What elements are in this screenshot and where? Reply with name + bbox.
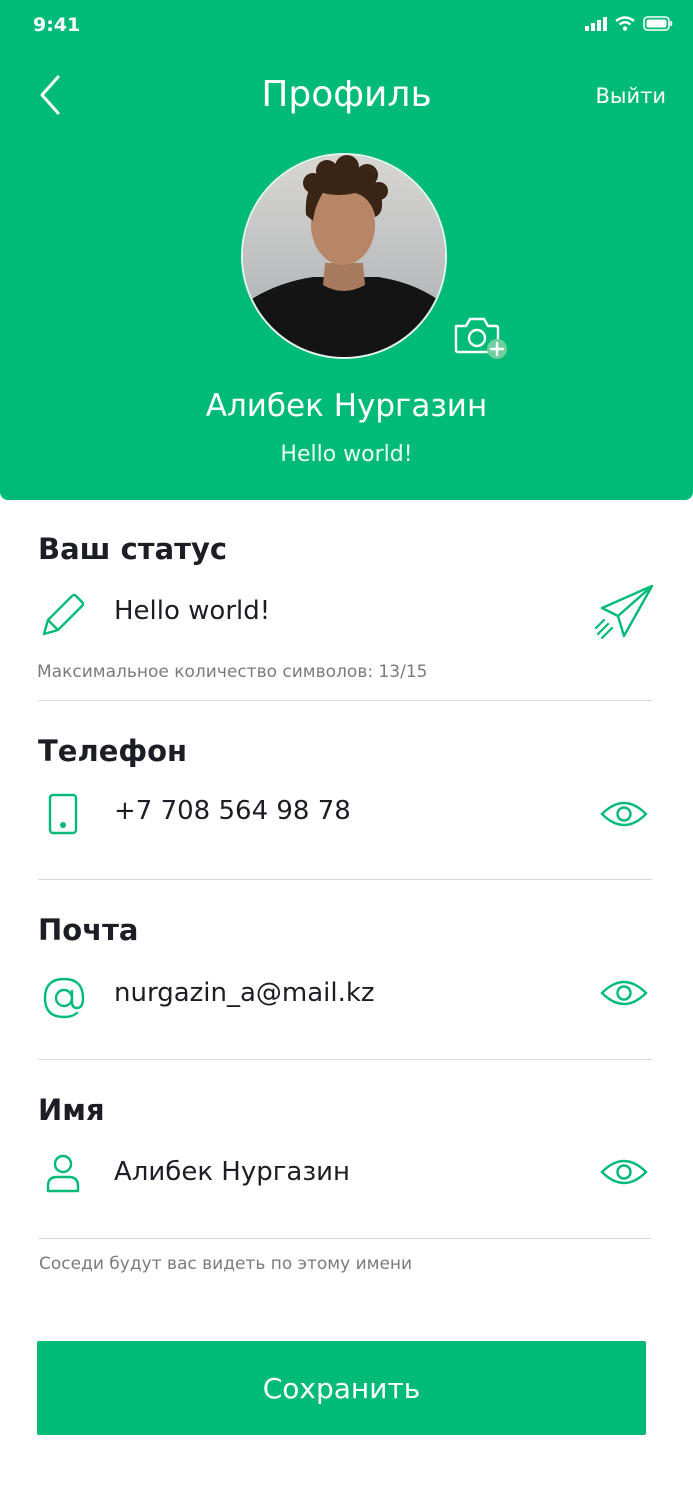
paper-plane-icon [594, 584, 654, 640]
logout-button[interactable]: Выйти [595, 84, 666, 108]
status-bar-time: 9:41 [33, 14, 81, 36]
divider [38, 1238, 652, 1239]
pencil-icon [42, 593, 85, 636]
name-visibility-toggle[interactable] [600, 1154, 648, 1194]
status-input[interactable]: Hello world! [114, 596, 270, 626]
email-visibility-toggle[interactable] [600, 975, 648, 1015]
status-bar-icons [585, 16, 673, 31]
user-status: Hello world! [280, 442, 413, 467]
avatar[interactable] [241, 153, 447, 359]
phone-visibility-toggle[interactable] [600, 796, 648, 836]
divider [38, 700, 652, 701]
at-icon [43, 977, 85, 1019]
status-section-title: Ваш статус [38, 532, 228, 566]
user-icon [46, 1154, 80, 1193]
divider [38, 879, 652, 880]
user-name: Алибек Нургазин [205, 388, 488, 424]
save-button[interactable]: Сохранить [37, 1341, 646, 1435]
eye-icon [600, 1159, 648, 1185]
name-field[interactable]: Алибек Нургазин [114, 1157, 350, 1187]
change-photo-button[interactable] [452, 312, 512, 362]
avatar-photo [243, 155, 445, 357]
phone-section-title: Телефон [38, 734, 188, 768]
eye-icon [600, 801, 648, 827]
email-field[interactable]: nurgazin_a@mail.kz [114, 978, 375, 1008]
battery-icon [643, 16, 673, 31]
status-hint: Максимальное количество символов: 13/15 [37, 662, 428, 682]
wifi-icon [615, 16, 635, 31]
signal-icon [585, 16, 607, 31]
divider [38, 1059, 652, 1060]
phone-field[interactable]: +7 708 564 98 78 [114, 796, 351, 826]
profile-header: 9:41 Профиль Выйти Алибек Нургазин Hello… [0, 0, 693, 500]
email-section-title: Почта [38, 913, 139, 947]
name-section-title: Имя [38, 1093, 105, 1127]
camera-add-icon [454, 317, 507, 359]
eye-icon [600, 980, 648, 1006]
send-status-button[interactable] [594, 584, 654, 646]
name-hint: Соседи будут вас видеть по этому имени [39, 1254, 413, 1274]
phone-icon [48, 793, 78, 835]
page-title: Профиль [261, 74, 432, 115]
